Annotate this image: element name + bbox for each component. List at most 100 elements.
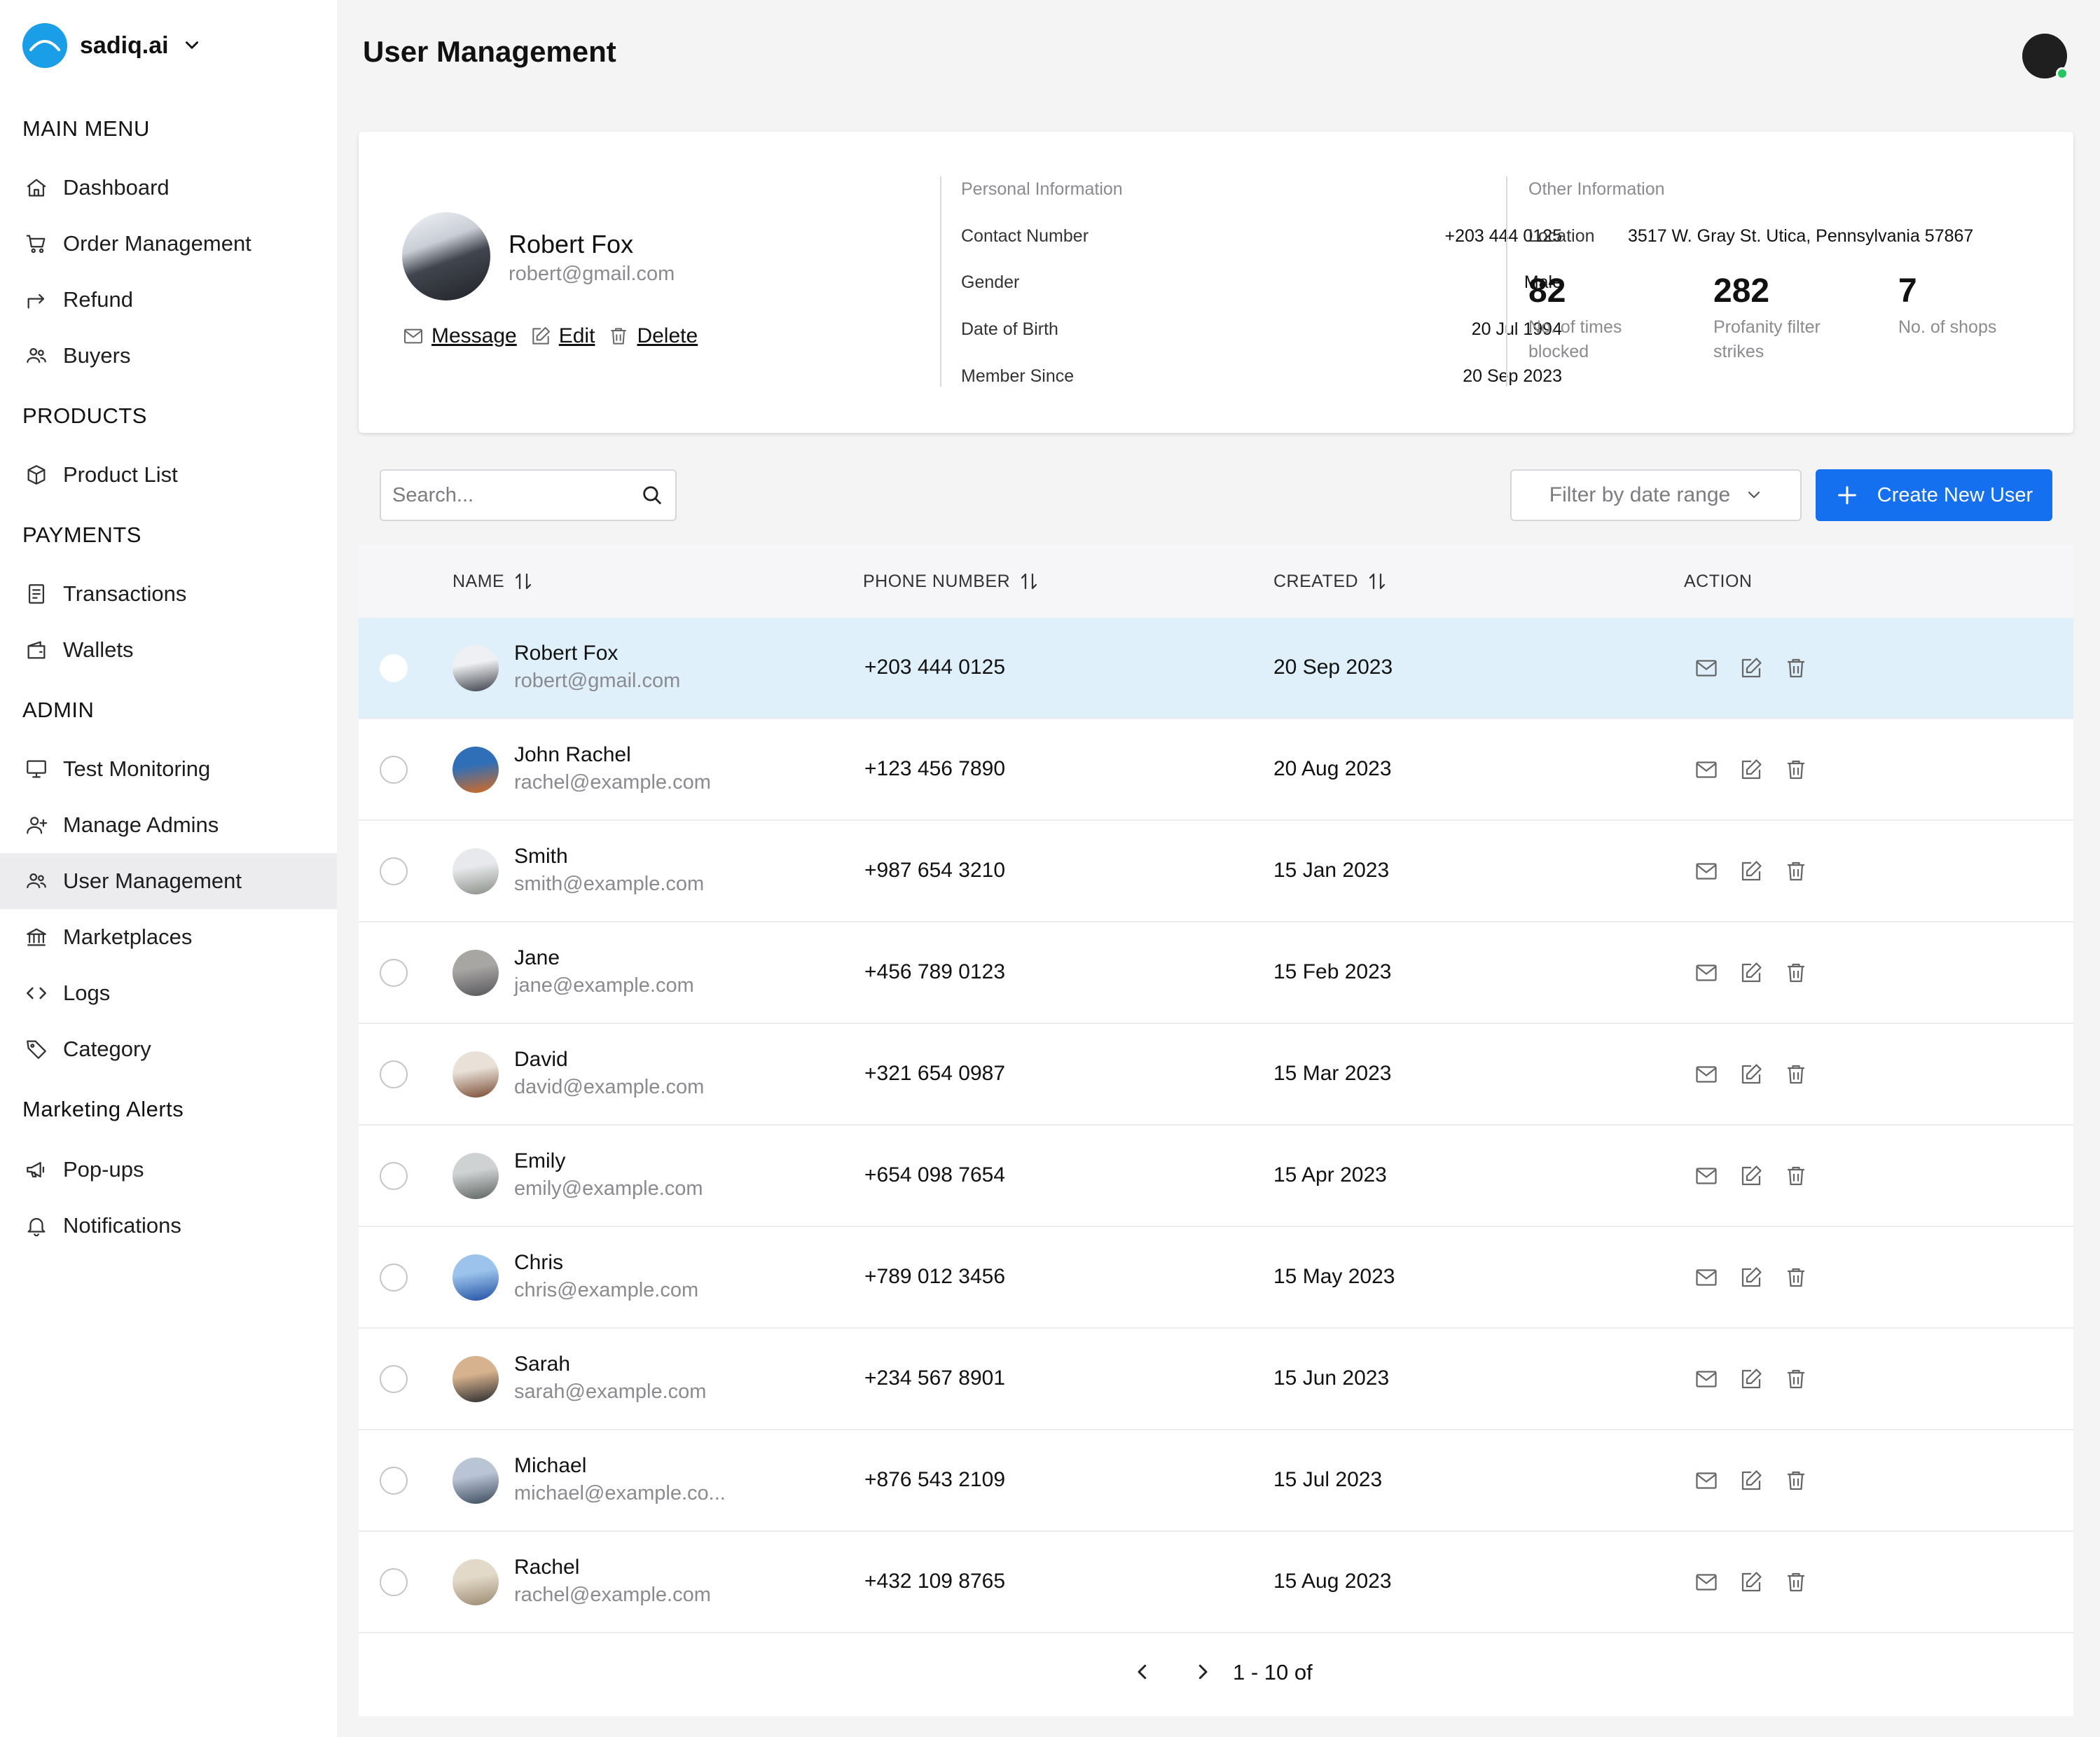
edit-icon[interactable] bbox=[1739, 859, 1764, 884]
table-row[interactable]: Robert Fox robert@gmail.com +203 444 012… bbox=[359, 618, 2073, 719]
sidebar-item-order-management[interactable]: Order Management bbox=[0, 216, 337, 272]
table-row[interactable]: Jane jane@example.com +456 789 0123 15 F… bbox=[359, 922, 2073, 1024]
mail-icon[interactable] bbox=[1694, 757, 1719, 782]
sidebar-item-buyers[interactable]: Buyers bbox=[0, 328, 337, 384]
table-row[interactable]: Chris chris@example.com +789 012 3456 15… bbox=[359, 1227, 2073, 1329]
column-header-phone[interactable]: PHONE NUMBER bbox=[863, 545, 1039, 618]
edit-icon[interactable] bbox=[1739, 1570, 1764, 1595]
sidebar-item-user-management[interactable]: User Management bbox=[0, 853, 337, 909]
date-range-filter[interactable]: Filter by date range bbox=[1510, 469, 1802, 521]
table-row[interactable]: John Rachel rachel@example.com +123 456 … bbox=[359, 719, 2073, 821]
row-select-radio[interactable] bbox=[380, 654, 408, 682]
location-value: 3517 W. Gray St. Utica, Pennsylvania 578… bbox=[1628, 226, 1974, 246]
user-plus-icon bbox=[24, 812, 49, 838]
user-email: sarah@example.com bbox=[514, 1380, 707, 1403]
sidebar-item-marketplaces[interactable]: Marketplaces bbox=[0, 909, 337, 965]
edit-icon[interactable] bbox=[1739, 1366, 1764, 1392]
table-row[interactable]: Michael michael@example.co... +876 543 2… bbox=[359, 1430, 2073, 1532]
sort-icon[interactable] bbox=[1367, 571, 1388, 592]
trash-icon[interactable] bbox=[1783, 757, 1809, 782]
trash-icon[interactable] bbox=[1783, 1163, 1809, 1189]
mail-icon[interactable] bbox=[1694, 1570, 1719, 1595]
trash-icon[interactable] bbox=[1783, 656, 1809, 681]
table-row[interactable]: Rachel rachel@example.com +432 109 8765 … bbox=[359, 1532, 2073, 1633]
mail-icon[interactable] bbox=[1694, 960, 1719, 985]
sidebar-item-wallets[interactable]: Wallets bbox=[0, 622, 337, 678]
stat-label-line: strikes bbox=[1713, 342, 1764, 361]
trash-icon[interactable] bbox=[1783, 1265, 1809, 1290]
info-label: Date of Birth bbox=[961, 319, 1058, 339]
section-payments: PAYMENTS bbox=[22, 523, 141, 547]
edit-icon[interactable] bbox=[1739, 757, 1764, 782]
search-input[interactable] bbox=[392, 483, 630, 507]
row-select-radio[interactable] bbox=[380, 1162, 408, 1190]
sort-icon[interactable] bbox=[513, 571, 534, 592]
sort-icon[interactable] bbox=[1018, 571, 1039, 592]
mail-icon[interactable] bbox=[1694, 1062, 1719, 1087]
trash-icon[interactable] bbox=[1783, 1366, 1809, 1392]
row-select-radio[interactable] bbox=[380, 959, 408, 987]
date-range-filter-label: Filter by date range bbox=[1549, 483, 1731, 506]
message-link-label: Message bbox=[431, 324, 517, 347]
sidebar-item-refund[interactable]: Refund bbox=[0, 272, 337, 328]
user-phone: +432 109 8765 bbox=[864, 1570, 1006, 1593]
trash-icon[interactable] bbox=[1783, 1570, 1809, 1595]
profile-email: robert@gmail.com bbox=[509, 263, 675, 285]
home-icon bbox=[24, 175, 49, 200]
row-select-radio[interactable] bbox=[380, 1568, 408, 1596]
row-select-radio[interactable] bbox=[380, 1365, 408, 1393]
mail-icon[interactable] bbox=[1694, 1265, 1719, 1290]
row-select-radio[interactable] bbox=[380, 1467, 408, 1495]
sidebar-item-test-monitoring[interactable]: Test Monitoring bbox=[0, 741, 337, 797]
column-header-label: CREATED bbox=[1273, 571, 1359, 591]
message-link[interactable]: Message bbox=[402, 324, 517, 348]
row-select-radio[interactable] bbox=[380, 1060, 408, 1088]
stat-label-line: blocked bbox=[1528, 342, 1589, 361]
column-header-name[interactable]: NAME bbox=[453, 545, 534, 618]
edit-icon[interactable] bbox=[1739, 960, 1764, 985]
sidebar-item-notifications[interactable]: Notifications bbox=[0, 1198, 337, 1254]
sidebar-item-dashboard[interactable]: Dashboard bbox=[0, 160, 337, 216]
edit-icon[interactable] bbox=[1739, 1062, 1764, 1087]
brand-switcher[interactable]: sadiq.ai bbox=[22, 22, 201, 69]
table-row[interactable]: David david@example.com +321 654 0987 15… bbox=[359, 1024, 2073, 1126]
edit-icon[interactable] bbox=[1739, 1468, 1764, 1493]
trash-icon[interactable] bbox=[1783, 1468, 1809, 1493]
mail-icon[interactable] bbox=[1694, 1468, 1719, 1493]
edit-link[interactable]: Edit bbox=[530, 324, 595, 348]
mail-icon[interactable] bbox=[1694, 1366, 1719, 1392]
user-phone: +789 012 3456 bbox=[864, 1265, 1006, 1288]
edit-icon[interactable] bbox=[1739, 1265, 1764, 1290]
sidebar-item-transactions[interactable]: Transactions bbox=[0, 566, 337, 622]
sidebar-item-product-list[interactable]: Product List bbox=[0, 447, 337, 503]
edit-icon[interactable] bbox=[1739, 656, 1764, 681]
column-header-created[interactable]: CREATED bbox=[1273, 545, 1388, 618]
chevron-left-icon[interactable] bbox=[1132, 1661, 1153, 1682]
sidebar-item-category[interactable]: Category bbox=[0, 1021, 337, 1077]
create-new-user-button[interactable]: Create New User bbox=[1816, 469, 2052, 521]
row-select-radio[interactable] bbox=[380, 857, 408, 885]
edit-icon[interactable] bbox=[1739, 1163, 1764, 1189]
sidebar-item-logs[interactable]: Logs bbox=[0, 965, 337, 1021]
search-box[interactable] bbox=[380, 469, 677, 521]
mail-icon[interactable] bbox=[1694, 656, 1719, 681]
trash-icon[interactable] bbox=[1783, 960, 1809, 985]
table-row[interactable]: Emily emily@example.com +654 098 7654 15… bbox=[359, 1126, 2073, 1227]
table-row[interactable]: Sarah sarah@example.com +234 567 8901 15… bbox=[359, 1329, 2073, 1430]
account-avatar[interactable] bbox=[2022, 34, 2068, 80]
table-row[interactable]: Smith smith@example.com +987 654 3210 15… bbox=[359, 821, 2073, 922]
row-select-radio[interactable] bbox=[380, 756, 408, 784]
user-name: David bbox=[514, 1048, 568, 1071]
mail-icon[interactable] bbox=[1694, 1163, 1719, 1189]
sidebar-item-pop-ups[interactable]: Pop-ups bbox=[0, 1142, 337, 1198]
chevron-right-icon[interactable] bbox=[1192, 1661, 1213, 1682]
create-new-user-label: Create New User bbox=[1877, 483, 2033, 506]
chevron-down-icon[interactable] bbox=[183, 36, 201, 55]
trash-icon[interactable] bbox=[1783, 1062, 1809, 1087]
search-icon[interactable] bbox=[640, 483, 664, 507]
mail-icon[interactable] bbox=[1694, 859, 1719, 884]
sidebar-item-manage-admins[interactable]: Manage Admins bbox=[0, 797, 337, 853]
row-select-radio[interactable] bbox=[380, 1264, 408, 1292]
delete-link[interactable]: Delete bbox=[607, 324, 698, 348]
trash-icon[interactable] bbox=[1783, 859, 1809, 884]
